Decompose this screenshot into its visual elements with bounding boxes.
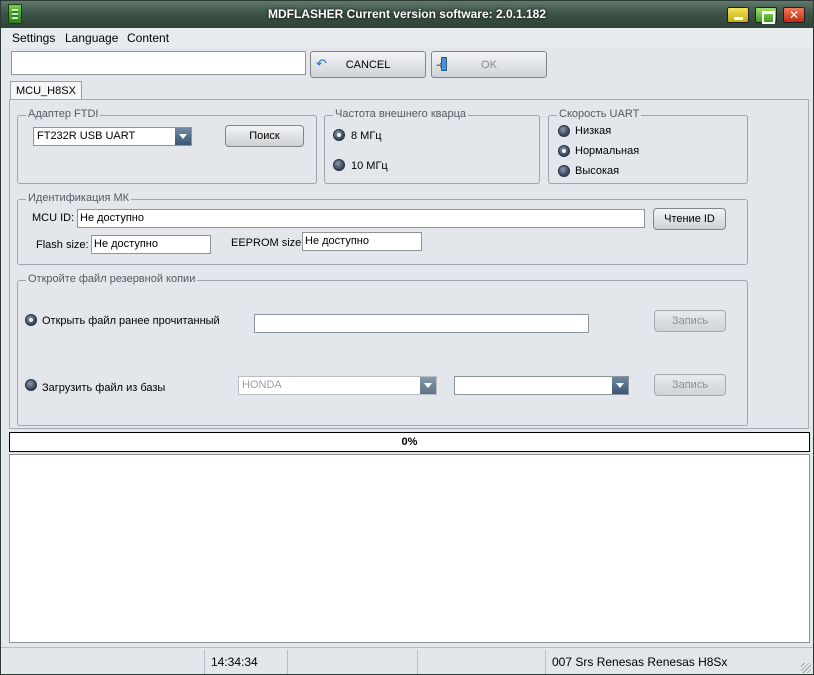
maximize-button[interactable] <box>755 7 777 24</box>
mcu-id-value: Не доступно <box>80 212 144 224</box>
search-button-label: Поиск <box>249 130 280 142</box>
write-from-db-button-label: Запись <box>671 379 709 391</box>
tab-panel: Адаптер FTDI FT232R USB UART Поиск Часто… <box>9 99 809 429</box>
minimize-button[interactable] <box>727 7 749 23</box>
status-cell-3 <box>287 650 417 674</box>
chevron-down-icon[interactable] <box>420 377 436 394</box>
tab-mcu-h8sx[interactable]: MCU_H8SX <box>10 81 82 100</box>
cancel-button-label: CANCEL <box>345 59 391 71</box>
quartz-8mhz-radio[interactable] <box>333 129 345 141</box>
backup-group: Откройте файл резервной копии Открыть фа… <box>17 273 748 426</box>
menu-language[interactable]: Language <box>65 31 118 45</box>
status-time: 14:34:34 <box>204 650 287 674</box>
window-title: MDFLASHER Current version software: 2.0.… <box>267 7 547 21</box>
read-id-button[interactable]: Чтение ID <box>653 208 726 230</box>
chevron-down-icon[interactable] <box>612 377 628 394</box>
open-file-radio[interactable] <box>25 314 37 326</box>
load-from-db-radio[interactable] <box>25 379 37 391</box>
ident-group: Идентификация МК MCU ID: Не доступно Чте… <box>17 192 748 265</box>
backup-group-legend: Откройте файл резервной копии <box>26 273 198 285</box>
ftdi-adapter-value: FT232R USB UART <box>37 130 136 142</box>
status-bar: 14:34:34 007 Srs Renesas Renesas H8Sx <box>1 647 813 674</box>
menu-content[interactable]: Content <box>127 31 169 45</box>
brand-select[interactable]: HONDA <box>238 376 437 395</box>
flash-size-label: Flash size: <box>36 239 89 251</box>
status-time-value: 14:34:34 <box>211 655 258 669</box>
quartz-10mhz-radio[interactable] <box>333 159 345 171</box>
model-select[interactable] <box>454 376 629 395</box>
uart-high-label: Высокая <box>575 165 620 177</box>
menu-bar: Settings Language Content <box>1 28 813 48</box>
uart-normal-label: Нормальная <box>575 145 640 157</box>
eeprom-size-field[interactable]: Не доступно <box>302 232 422 251</box>
mcu-id-field[interactable]: Не доступно <box>77 209 645 228</box>
eeprom-size-value: Не доступно <box>305 235 369 247</box>
write-button-label: Запись <box>671 315 709 327</box>
ftdi-group: Адаптер FTDI FT232R USB UART Поиск <box>17 108 317 184</box>
uart-group-legend: Скорость UART <box>557 108 642 120</box>
ok-button[interactable]: ➜ OK <box>431 51 547 78</box>
write-from-db-button[interactable]: Запись <box>654 374 726 396</box>
write-button[interactable]: Запись <box>654 310 726 332</box>
flash-size-value: Не доступно <box>94 238 158 250</box>
status-device-value: 007 Srs Renesas Renesas H8Sx <box>552 655 728 669</box>
uart-low-label: Низкая <box>575 125 612 137</box>
search-button[interactable]: Поиск <box>225 125 304 147</box>
uart-high-radio[interactable] <box>558 165 570 177</box>
title-bar[interactable]: MDFLASHER Current version software: 2.0.… <box>1 1 813 28</box>
ident-group-legend: Идентификация МК <box>26 192 132 204</box>
eeprom-size-label: EEPROM size: <box>231 237 305 249</box>
progress-text: 0% <box>401 436 418 448</box>
log-area[interactable] <box>9 454 810 643</box>
quartz-10mhz-label: 10 МГц <box>351 160 388 172</box>
quartz-group-legend: Частота внешнего кварца <box>333 108 469 120</box>
uart-normal-radio[interactable] <box>558 145 570 157</box>
quartz-group: Частота внешнего кварца 8 МГц 10 МГц <box>324 108 540 184</box>
status-cell-1 <box>1 650 204 674</box>
load-from-db-label: Загрузить файл из базы <box>42 382 166 394</box>
uart-group: Скорость UART Низкая Нормальная Высокая <box>548 108 748 184</box>
read-id-button-label: Чтение ID <box>664 213 715 225</box>
app-window: MDFLASHER Current version software: 2.0.… <box>0 0 814 675</box>
close-button[interactable] <box>783 7 805 23</box>
resize-grip-icon[interactable] <box>801 663 811 673</box>
brand-value: HONDA <box>242 379 282 391</box>
cancel-button[interactable]: ↶ CANCEL <box>310 51 426 78</box>
quartz-8mhz-label: 8 МГц <box>351 130 382 142</box>
ftdi-adapter-select[interactable]: FT232R USB UART <box>33 127 192 146</box>
menu-settings[interactable]: Settings <box>12 31 55 45</box>
open-file-path-field[interactable] <box>254 314 589 333</box>
ftdi-group-legend: Адаптер FTDI <box>26 108 101 120</box>
flash-size-field[interactable]: Не доступно <box>91 235 211 254</box>
uart-low-radio[interactable] <box>558 125 570 137</box>
status-cell-4 <box>417 650 545 674</box>
ok-button-label: OK <box>481 59 497 71</box>
progress-bar: 0% <box>9 432 810 452</box>
mcu-id-label: MCU ID: <box>32 212 75 224</box>
command-input[interactable] <box>11 51 306 75</box>
status-device: 007 Srs Renesas Renesas H8Sx <box>545 650 811 674</box>
open-file-label: Открыть файл ранее прочитанный <box>42 315 220 327</box>
chevron-down-icon[interactable] <box>175 128 191 145</box>
